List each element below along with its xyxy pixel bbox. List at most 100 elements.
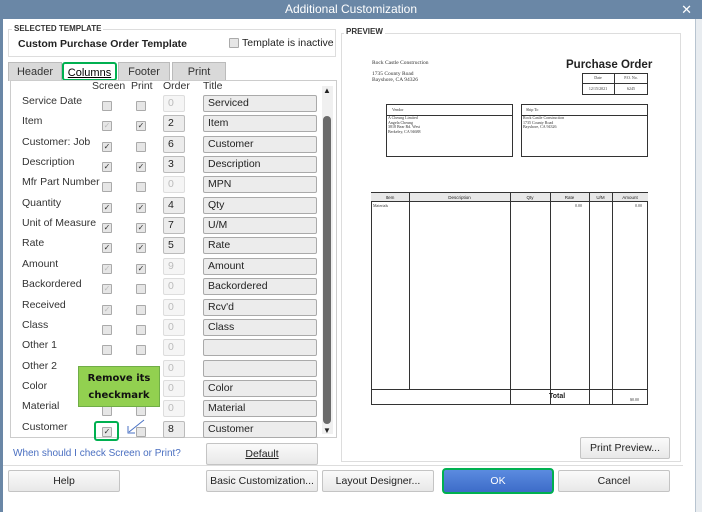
help-button[interactable]: Help — [8, 470, 120, 492]
title-field[interactable] — [203, 339, 317, 357]
help-link[interactable]: When should I check Screen or Print? — [13, 448, 181, 459]
screen-checkbox[interactable] — [102, 324, 112, 335]
order-field[interactable]: 8 — [163, 420, 185, 438]
column-row-label: Customer: Job — [22, 135, 91, 148]
print-checkbox[interactable] — [136, 284, 146, 295]
print-checkbox[interactable]: ✓ — [136, 121, 146, 132]
cancel-button[interactable]: Cancel — [558, 470, 670, 492]
title-header: Title — [203, 80, 223, 92]
title-field[interactable]: Item — [203, 115, 317, 133]
order-field[interactable]: 5 — [163, 237, 185, 255]
column-row-label: Other 1 — [22, 339, 58, 352]
window-title: Additional Customization — [284, 2, 418, 16]
screen-checkbox[interactable] — [102, 345, 112, 356]
close-icon[interactable]: ✕ — [681, 0, 692, 19]
shipto-label: Ship To — [526, 107, 539, 112]
order-field[interactable]: 2 — [163, 115, 185, 133]
screen-checkbox[interactable]: ✓ — [102, 202, 112, 213]
print-preview-button[interactable]: Print Preview... — [580, 437, 670, 459]
layout-designer-button[interactable]: Layout Designer... — [322, 470, 434, 492]
column-row-label: Backordered — [22, 278, 82, 291]
company-address2: Bayshore, CA 94326 — [372, 77, 418, 83]
order-field: 0 — [163, 95, 185, 112]
screen-checkbox[interactable]: ✓ — [102, 243, 112, 254]
order-field[interactable]: 4 — [163, 196, 185, 214]
table-header-cell: Item — [371, 193, 409, 202]
column-row-label: Material — [22, 400, 60, 413]
title-field[interactable]: Rcv'd — [203, 298, 317, 316]
print-checkbox[interactable]: ✓ — [136, 263, 146, 274]
selected-template-label: SELECTED TEMPLATE — [12, 24, 104, 33]
po-label: P.O. No. — [624, 75, 638, 80]
title-field[interactable]: Class — [203, 318, 317, 336]
print-checkbox[interactable] — [136, 141, 146, 152]
column-row-label: Mfr Part Number — [22, 176, 100, 189]
print-checkbox[interactable] — [136, 324, 146, 335]
screen-checkbox[interactable]: ✓ — [102, 141, 112, 152]
column-row-label: Quantity — [22, 196, 62, 209]
tab-columns[interactable]: Columns — [62, 62, 117, 81]
print-checkbox[interactable]: ✓ — [136, 202, 146, 213]
scroll-down-icon[interactable]: ▼ — [323, 426, 331, 435]
title-field[interactable] — [203, 359, 317, 377]
basic-customization-button[interactable]: Basic Customization... — [206, 470, 318, 492]
screen-checkbox[interactable] — [102, 406, 112, 417]
vendor-address: A Cheung Limited Angela Cheung 3818 Bear R… — [388, 115, 421, 134]
tab-print[interactable]: Print — [172, 62, 226, 81]
print-checkbox[interactable] — [136, 182, 146, 193]
order-field: 0 — [163, 318, 185, 336]
title-bar: Additional Customization — [0, 0, 702, 19]
title-field[interactable]: Rate — [203, 237, 317, 255]
template-inactive-checkbox[interactable] — [229, 38, 239, 48]
screen-checkbox[interactable] — [102, 182, 112, 193]
screen-checkbox[interactable] — [102, 101, 112, 111]
table-header-cell: Qty — [510, 193, 550, 202]
order-field: 0 — [163, 176, 185, 194]
default-button[interactable]: Default — [206, 443, 318, 465]
column-row-label: Amount — [22, 257, 59, 270]
column-row-label: Description — [22, 156, 75, 169]
preview-label: PREVIEW — [344, 27, 385, 36]
order-field[interactable]: 3 — [163, 156, 185, 174]
print-checkbox[interactable] — [136, 304, 146, 315]
tab-header[interactable]: Header — [8, 62, 62, 81]
screen-checkbox[interactable]: ✓ — [102, 223, 112, 234]
order-header: Order — [163, 80, 190, 92]
title-field[interactable]: Backordered — [203, 278, 317, 296]
print-checkbox[interactable] — [136, 101, 146, 111]
print-checkbox[interactable]: ✓ — [136, 243, 146, 254]
title-field[interactable]: MPN — [203, 176, 317, 194]
print-checkbox[interactable]: ✓ — [136, 162, 146, 173]
title-field[interactable]: U/M — [203, 217, 317, 235]
scrollbar-thumb[interactable] — [323, 116, 331, 424]
title-field[interactable]: Amount — [203, 257, 317, 275]
print-checkbox[interactable]: ✓ — [136, 223, 146, 234]
table-header-cell: Amount — [612, 193, 648, 202]
vendor-label: Vendor — [392, 107, 404, 112]
screen-checkbox: ✓ — [102, 304, 112, 315]
order-field[interactable]: 7 — [163, 217, 185, 235]
title-field[interactable]: Description — [203, 156, 317, 174]
order-field[interactable]: 6 — [163, 135, 185, 153]
order-field: 0 — [163, 400, 185, 418]
callout-annotation: Remove its checkmark — [78, 366, 160, 407]
row-rate: 0.00 — [575, 203, 582, 208]
title-field[interactable]: Serviced — [203, 95, 317, 112]
title-field[interactable]: Material — [203, 400, 317, 418]
screen-checkbox[interactable]: ✓ — [102, 162, 112, 173]
print-checkbox[interactable] — [136, 345, 146, 356]
tab-footer[interactable]: Footer — [118, 62, 170, 81]
title-field[interactable]: Qty — [203, 196, 317, 214]
total-value: $0.00 — [630, 397, 639, 402]
print-checkbox[interactable] — [136, 406, 146, 417]
total-label: Total — [549, 393, 566, 400]
title-field[interactable]: Customer — [203, 420, 317, 438]
table-divider — [409, 192, 410, 389]
order-field: 0 — [163, 278, 185, 296]
scroll-up-icon[interactable]: ▲ — [323, 86, 331, 95]
ok-button[interactable]: OK — [442, 468, 554, 494]
title-field[interactable]: Color — [203, 379, 317, 397]
column-row-label: Item — [22, 115, 43, 128]
title-field[interactable]: Customer — [203, 135, 317, 153]
table-divider — [510, 192, 511, 389]
